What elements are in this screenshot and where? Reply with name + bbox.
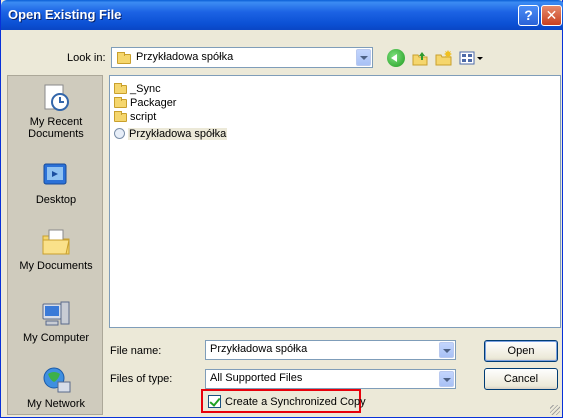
- open-file-dialog: Open Existing File ? ✕ Look in: Przykład…: [0, 0, 563, 418]
- list-item[interactable]: Przykładowa spółka: [114, 126, 228, 140]
- my-network-icon: [40, 364, 72, 396]
- help-button[interactable]: ?: [518, 5, 539, 26]
- recent-documents-icon: [40, 82, 72, 114]
- cancel-button[interactable]: Cancel: [484, 368, 558, 390]
- back-arrow-icon[interactable]: [387, 49, 405, 67]
- sync-copy-label[interactable]: Create a Synchronized Copy: [225, 396, 366, 408]
- folder-icon: [114, 83, 127, 94]
- look-in-value: Przykładowa spółka: [136, 51, 234, 63]
- place-label: My Documents: [19, 260, 93, 272]
- open-button[interactable]: Open: [484, 340, 558, 362]
- place-my-documents[interactable]: My Documents: [8, 226, 104, 272]
- look-in-label: Look in:: [67, 52, 106, 64]
- my-computer-icon: [40, 298, 72, 330]
- look-in-dropdown[interactable]: Przykładowa spółka: [111, 47, 373, 68]
- places-bar: My Recent Documents Desktop My Documents…: [7, 75, 103, 415]
- resize-grip[interactable]: [550, 405, 560, 415]
- file-name-input[interactable]: Przykładowa spółka: [205, 340, 456, 360]
- list-item[interactable]: script: [114, 111, 156, 125]
- place-desktop[interactable]: Desktop: [8, 160, 104, 206]
- window-title: Open Existing File: [8, 7, 122, 22]
- sync-copy-highlight: Create a Synchronized Copy: [201, 389, 366, 413]
- chevron-down-icon[interactable]: [356, 49, 371, 66]
- chevron-down-icon[interactable]: [439, 371, 454, 387]
- file-list[interactable]: _Sync Packager script Przykładowa spółka: [109, 75, 561, 328]
- new-folder-icon[interactable]: [435, 49, 453, 67]
- folder-icon: [114, 111, 127, 122]
- place-label: My Recent: [29, 116, 83, 128]
- file-type-value: All Supported Files: [210, 372, 303, 384]
- chevron-down-icon[interactable]: [439, 342, 454, 358]
- file-type-select[interactable]: All Supported Files: [205, 369, 456, 389]
- place-label: Desktop: [35, 194, 77, 206]
- place-label: Documents: [28, 128, 84, 140]
- place-label: My Computer: [22, 332, 90, 344]
- place-label: My Network: [26, 398, 86, 410]
- title-bar[interactable]: Open Existing File ? ✕: [1, 0, 563, 30]
- sync-copy-checkbox[interactable]: [208, 395, 221, 408]
- file-name-label: File name:: [110, 345, 162, 357]
- file-name-value: Przykładowa spółka: [210, 343, 308, 355]
- place-my-network[interactable]: My Network: [8, 364, 104, 410]
- view-menu-icon[interactable]: [459, 49, 485, 67]
- place-my-recent-documents[interactable]: My Recent Documents: [8, 82, 104, 140]
- list-item[interactable]: _Sync: [114, 83, 161, 97]
- list-item[interactable]: Packager: [114, 97, 176, 111]
- file-type-label: Files of type:: [110, 373, 173, 385]
- desktop-icon: [40, 160, 72, 192]
- folder-icon: [117, 52, 131, 64]
- folder-icon: [114, 97, 127, 108]
- document-icon: [114, 128, 125, 139]
- my-documents-icon: [40, 226, 72, 258]
- place-my-computer[interactable]: My Computer: [8, 298, 104, 344]
- close-button[interactable]: ✕: [541, 5, 562, 26]
- up-folder-icon[interactable]: [411, 49, 429, 67]
